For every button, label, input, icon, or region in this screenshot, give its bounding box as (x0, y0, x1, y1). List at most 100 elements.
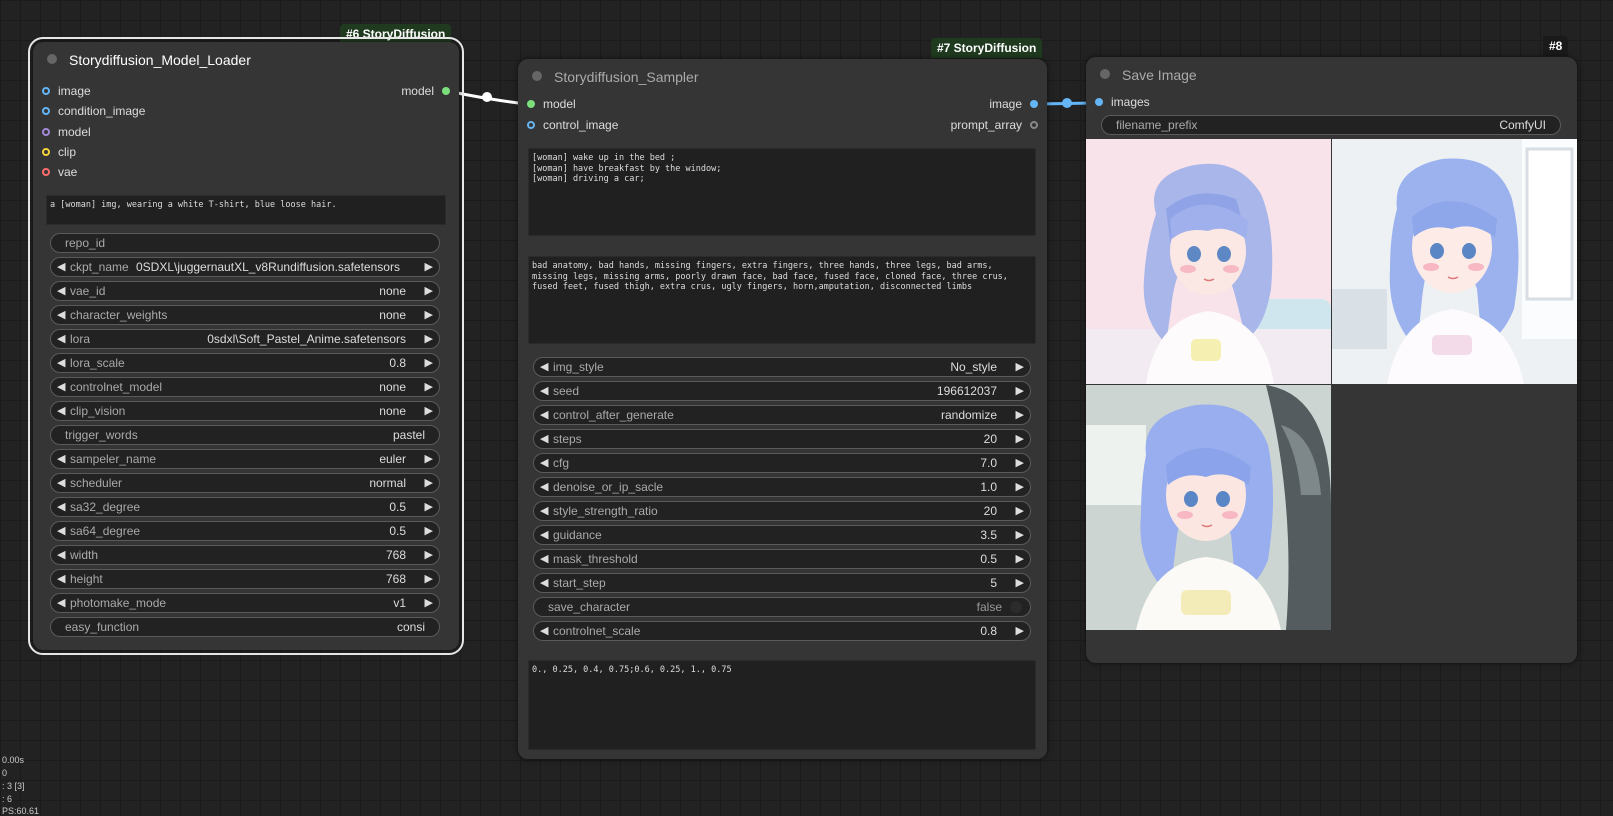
control-after-generate-combo[interactable]: ◀ control_after_generate randomize ▶ (533, 405, 1031, 425)
collapse-dot-icon[interactable] (1100, 69, 1110, 79)
image-preview-1[interactable] (1086, 139, 1331, 384)
left-arrow-icon[interactable]: ◀ (540, 430, 548, 448)
input-slot-model[interactable]: model (527, 95, 576, 113)
slot-dot-green[interactable] (442, 87, 450, 95)
steps-number[interactable]: ◀ steps 20 ▶ (533, 429, 1031, 449)
input-slot-vae[interactable]: vae (42, 163, 77, 181)
left-arrow-icon[interactable]: ◀ (540, 622, 548, 640)
seed-number[interactable]: ◀ seed 196612037 ▶ (533, 381, 1031, 401)
loader-node-title-bar[interactable]: Storydiffusion_Model_Loader (33, 42, 459, 76)
right-arrow-icon[interactable]: ▶ (1016, 502, 1024, 520)
right-arrow-icon[interactable]: ▶ (425, 450, 433, 468)
left-arrow-icon[interactable]: ◀ (57, 402, 65, 420)
left-arrow-icon[interactable]: ◀ (57, 570, 65, 588)
slot-dot-blue[interactable] (527, 121, 535, 129)
clip-vision-combo[interactable]: ◀ clip_vision none ▶ (50, 401, 440, 421)
toggle-off-icon[interactable] (1010, 601, 1022, 613)
right-arrow-icon[interactable]: ▶ (425, 402, 433, 420)
photomake-mode-combo[interactable]: ◀ photomake_mode v1 ▶ (50, 593, 440, 613)
slot-dot-red[interactable] (42, 168, 50, 176)
right-arrow-icon[interactable]: ▶ (1016, 622, 1024, 640)
slot-dot-yellow[interactable] (42, 148, 50, 156)
guidance-number[interactable]: ◀ guidance 3.5 ▶ (533, 525, 1031, 545)
slot-dot-gray[interactable] (1030, 121, 1038, 129)
left-arrow-icon[interactable]: ◀ (57, 306, 65, 324)
left-arrow-icon[interactable]: ◀ (57, 330, 65, 348)
right-arrow-icon[interactable]: ▶ (1016, 574, 1024, 592)
right-arrow-icon[interactable]: ▶ (425, 354, 433, 372)
slot-dot-blue[interactable] (42, 107, 50, 115)
right-arrow-icon[interactable]: ▶ (1016, 406, 1024, 424)
mask-coords-textarea[interactable]: 0., 0.25, 0.4, 0.75;0.6, 0.25, 1., 0.75 (528, 660, 1036, 750)
left-arrow-icon[interactable]: ◀ (540, 406, 548, 424)
collapse-dot-icon[interactable] (532, 71, 542, 81)
input-slot-images[interactable]: images (1095, 93, 1150, 111)
easy-function-field[interactable]: easy_function consi (50, 617, 440, 637)
right-arrow-icon[interactable]: ▶ (425, 378, 433, 396)
right-arrow-icon[interactable]: ▶ (425, 594, 433, 612)
right-arrow-icon[interactable]: ▶ (425, 522, 433, 540)
cfg-number[interactable]: ◀ cfg 7.0 ▶ (533, 453, 1031, 473)
left-arrow-icon[interactable]: ◀ (57, 378, 65, 396)
sa32-degree-number[interactable]: ◀ sa32_degree 0.5 ▶ (50, 497, 440, 517)
right-arrow-icon[interactable]: ▶ (425, 546, 433, 564)
output-slot-prompt-array[interactable]: prompt_array (951, 116, 1038, 134)
left-arrow-icon[interactable]: ◀ (57, 522, 65, 540)
left-arrow-icon[interactable]: ◀ (57, 282, 65, 300)
left-arrow-icon[interactable]: ◀ (57, 474, 65, 492)
trigger-words-field[interactable]: trigger_words pastel (50, 425, 440, 445)
loader-node[interactable]: Storydiffusion_Model_Loader image condit… (28, 37, 464, 655)
img-style-combo[interactable]: ◀ img_style No_style ▶ (533, 357, 1031, 377)
sampler-node-title-bar[interactable]: Storydiffusion_Sampler (518, 59, 1047, 93)
left-arrow-icon[interactable]: ◀ (57, 594, 65, 612)
save-node-title-bar[interactable]: Save Image (1086, 57, 1577, 91)
style-strength-ratio-number[interactable]: ◀ style_strength_ratio 20 ▶ (533, 501, 1031, 521)
left-arrow-icon[interactable]: ◀ (540, 550, 548, 568)
left-arrow-icon[interactable]: ◀ (57, 354, 65, 372)
right-arrow-icon[interactable]: ▶ (425, 258, 433, 276)
image-preview-3[interactable] (1086, 385, 1331, 630)
right-arrow-icon[interactable]: ▶ (1016, 358, 1024, 376)
right-arrow-icon[interactable]: ▶ (1016, 526, 1024, 544)
save-image-node[interactable]: Save Image images filename_prefix ComfyU… (1086, 57, 1577, 663)
save-character-toggle[interactable]: save_character false (533, 597, 1031, 617)
left-arrow-icon[interactable]: ◀ (57, 546, 65, 564)
height-number[interactable]: ◀ height 768 ▶ (50, 569, 440, 589)
mask-threshold-number[interactable]: ◀ mask_threshold 0.5 ▶ (533, 549, 1031, 569)
left-arrow-icon[interactable]: ◀ (540, 526, 548, 544)
left-arrow-icon[interactable]: ◀ (57, 258, 65, 276)
left-arrow-icon[interactable]: ◀ (540, 382, 548, 400)
input-slot-model[interactable]: model (42, 123, 91, 141)
collapse-dot-icon[interactable] (47, 54, 57, 64)
lora-scale-number[interactable]: ◀ lora_scale 0.8 ▶ (50, 353, 440, 373)
character-prompt-textarea[interactable]: a [woman] img, wearing a white T-shirt, … (46, 195, 446, 225)
right-arrow-icon[interactable]: ▶ (425, 282, 433, 300)
output-slot-image[interactable]: image (989, 95, 1038, 113)
denoise-or-ip-sacle-number[interactable]: ◀ denoise_or_ip_sacle 1.0 ▶ (533, 477, 1031, 497)
character-weights-combo[interactable]: ◀ character_weights none ▶ (50, 305, 440, 325)
slot-dot-blue[interactable] (1095, 98, 1103, 106)
width-number[interactable]: ◀ width 768 ▶ (50, 545, 440, 565)
right-arrow-icon[interactable]: ▶ (1016, 550, 1024, 568)
input-slot-clip[interactable]: clip (42, 143, 76, 161)
left-arrow-icon[interactable]: ◀ (540, 502, 548, 520)
right-arrow-icon[interactable]: ▶ (425, 330, 433, 348)
vae-id-combo[interactable]: ◀ vae_id none ▶ (50, 281, 440, 301)
output-slot-model[interactable]: model (401, 82, 450, 100)
right-arrow-icon[interactable]: ▶ (425, 474, 433, 492)
slot-dot-purple[interactable] (42, 128, 50, 136)
input-slot-image[interactable]: image (42, 82, 91, 100)
left-arrow-icon[interactable]: ◀ (540, 454, 548, 472)
right-arrow-icon[interactable]: ▶ (1016, 382, 1024, 400)
input-slot-control-image[interactable]: control_image (527, 116, 618, 134)
repo-id-field[interactable]: repo_id (50, 233, 440, 253)
slot-dot-blue[interactable] (1030, 100, 1038, 108)
lora-combo[interactable]: ◀ lora 0sdxl\Soft_Pastel_Anime.safetenso… (50, 329, 440, 349)
scheduler-combo[interactable]: ◀ scheduler normal ▶ (50, 473, 440, 493)
negative-prompt-textarea[interactable]: bad anatomy, bad hands, missing fingers,… (528, 256, 1036, 344)
input-slot-condition-image[interactable]: condition_image (42, 102, 145, 120)
ckpt-name-combo[interactable]: ◀ ckpt_name 0SDXL\juggernautXL_v8Rundiff… (50, 257, 440, 277)
sampler-node[interactable]: Storydiffusion_Sampler model control_ima… (518, 59, 1047, 759)
right-arrow-icon[interactable]: ▶ (1016, 478, 1024, 496)
slot-dot-green[interactable] (527, 100, 535, 108)
